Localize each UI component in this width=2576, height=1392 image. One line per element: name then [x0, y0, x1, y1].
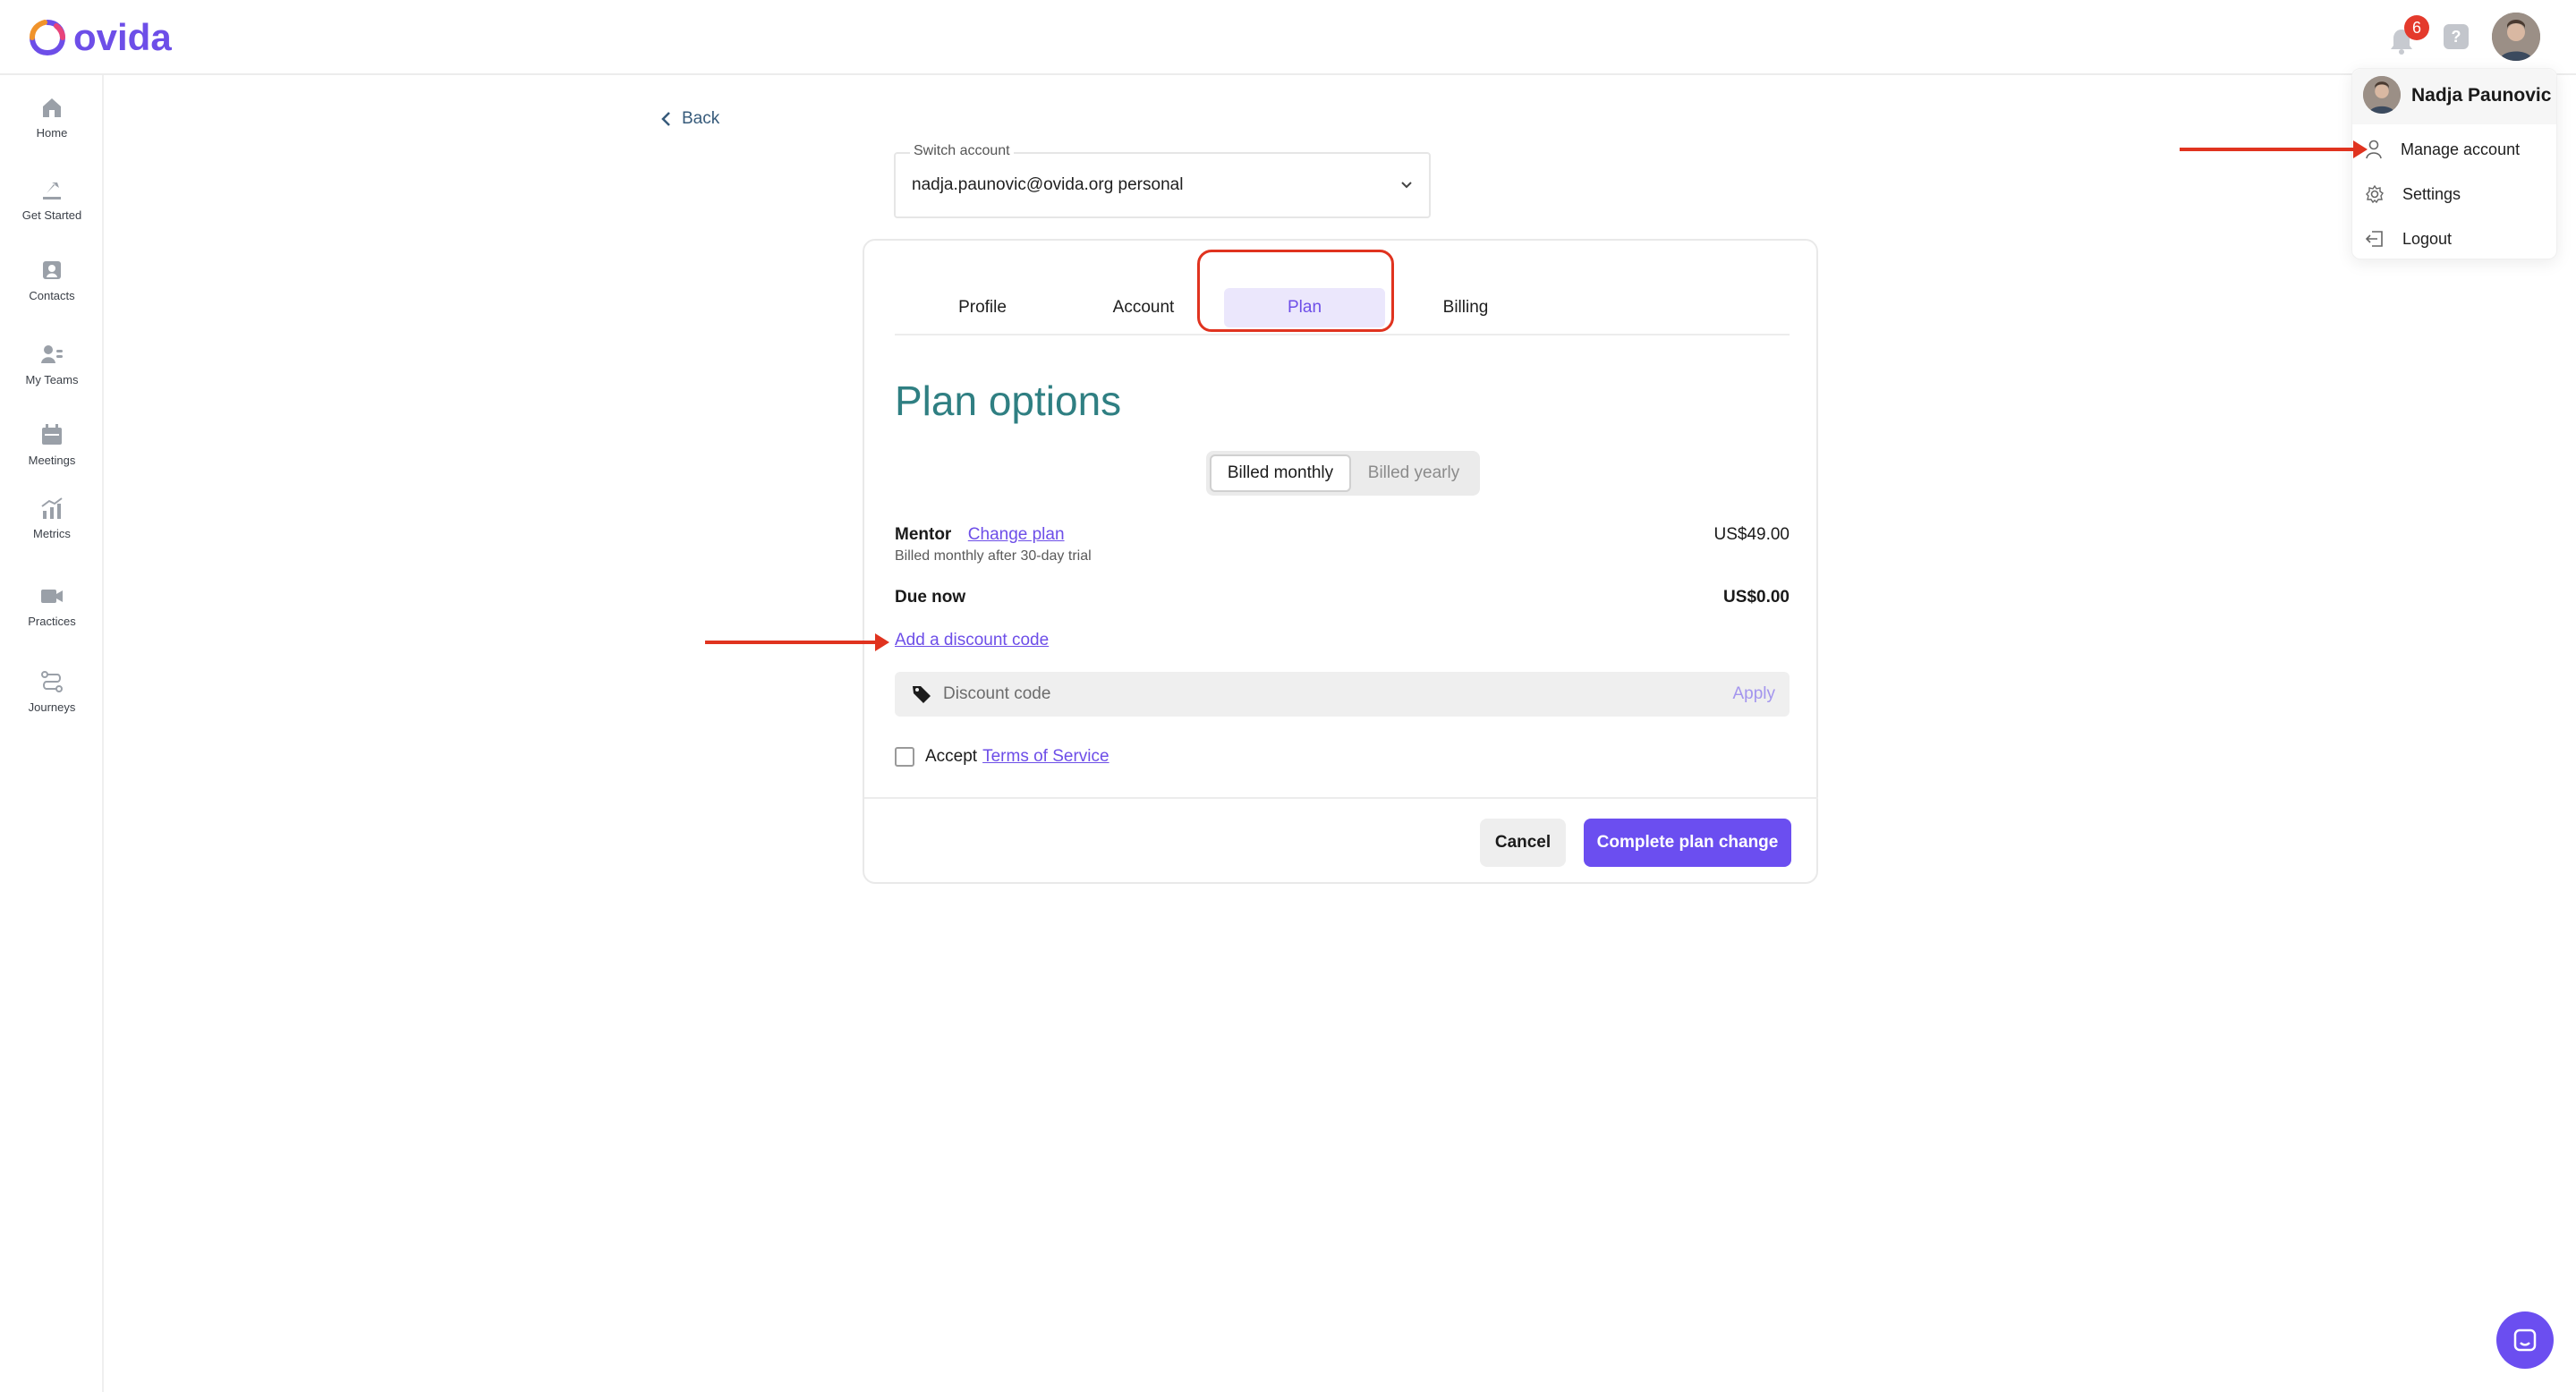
due-now-price: US$0.00 — [1723, 588, 1790, 607]
calendar-icon — [42, 424, 62, 445]
user-name: Nadja Paunovic — [2411, 85, 2552, 106]
terms-of-service-link[interactable]: Terms of Service — [982, 747, 1109, 767]
sidebar-item-label: Contacts — [29, 289, 75, 302]
sidebar-item-label: Home — [36, 126, 68, 140]
sidebar: Home Get Started Contacts My Teams Meeti… — [0, 75, 104, 1392]
billing-period-toggle: Billed monthly Billed yearly — [1206, 451, 1480, 496]
menu-item-label: Settings — [2402, 184, 2461, 203]
complete-plan-change-button[interactable]: Complete plan change — [1584, 819, 1791, 867]
gear-icon — [2366, 184, 2384, 204]
sidebar-item-meetings[interactable]: Meetings — [0, 422, 104, 469]
notification-badge: 6 — [2404, 15, 2429, 40]
plan-line-item: Mentor Change plan Billed monthly after … — [895, 525, 1790, 564]
sidebar-item-home[interactable]: Home — [0, 95, 104, 141]
accept-label: Accept — [925, 747, 978, 766]
sidebar-item-journeys[interactable]: Journeys — [0, 669, 104, 716]
switch-account-select[interactable]: Switch account nadja.paunovic@ovida.org … — [894, 143, 1431, 218]
add-discount-code-link[interactable]: Add a discount code — [895, 631, 1049, 649]
due-now-row: Due now US$0.00 — [895, 588, 1790, 607]
plan-price: US$49.00 — [1713, 525, 1790, 544]
menu-item-settings[interactable]: Settings — [2365, 176, 2553, 212]
user-icon — [2366, 140, 2382, 159]
user-avatar[interactable] — [2492, 13, 2540, 61]
sidebar-item-practices[interactable]: Practices — [0, 583, 104, 630]
logo-text: ovida — [73, 16, 172, 58]
team-icon — [41, 345, 63, 363]
divider — [864, 797, 1818, 799]
menu-item-logout[interactable]: Logout — [2365, 221, 2553, 257]
plan-billing-note: Billed monthly after 30-day trial — [895, 548, 1092, 564]
sidebar-item-label: Metrics — [33, 527, 71, 540]
sidebar-item-my-teams[interactable]: My Teams — [0, 342, 104, 388]
manage-account-arrow-annotation — [2180, 140, 2368, 158]
home-icon — [43, 98, 61, 117]
switch-account-value: nadja.paunovic@ovida.org personal — [912, 175, 1184, 194]
discount-link-row: Add a discount code — [895, 631, 1790, 650]
accept-terms-checkbox[interactable] — [895, 747, 914, 767]
user-menu-header: Nadja Paunovic — [2352, 69, 2556, 124]
back-label: Back — [682, 109, 720, 128]
discount-code-placeholder: Discount code — [943, 684, 1051, 703]
top-bar: ovida 6 ? — [0, 0, 2576, 75]
avatar-photo-icon — [2363, 76, 2401, 114]
route-icon — [41, 671, 63, 692]
menu-avatar — [2363, 76, 2401, 114]
chevron-left-icon — [661, 112, 670, 126]
chevron-down-icon — [1401, 182, 1412, 189]
menu-item-label: Logout — [2402, 229, 2453, 248]
plan-card: Profile Account Plan Billing Plan option… — [863, 239, 1818, 884]
sidebar-item-get-started[interactable]: Get Started — [0, 177, 104, 224]
sidebar-item-label: My Teams — [25, 373, 79, 386]
back-link[interactable]: Back — [660, 109, 719, 129]
tag-icon — [913, 686, 931, 703]
billed-yearly-option[interactable]: Billed yearly — [1351, 454, 1476, 492]
sidebar-item-label: Get Started — [21, 208, 82, 222]
sidebar-item-label: Meetings — [28, 454, 76, 467]
contact-icon — [43, 261, 61, 279]
discount-code-arrow-annotation — [705, 633, 889, 651]
sidebar-item-metrics[interactable]: Metrics — [0, 496, 104, 542]
flag-icon — [43, 182, 61, 199]
apply-button[interactable]: Apply — [1732, 684, 1775, 704]
billed-monthly-option[interactable]: Billed monthly — [1210, 454, 1351, 492]
menu-item-manage-account[interactable]: Manage account — [2365, 132, 2553, 167]
due-now-label: Due now — [895, 588, 966, 607]
cancel-button[interactable]: Cancel — [1480, 819, 1566, 867]
chart-icon — [41, 497, 63, 519]
tab-billing[interactable]: Billing — [1385, 288, 1546, 327]
help-button[interactable]: ? — [2444, 24, 2469, 49]
switch-account-label: Switch account — [910, 143, 1014, 159]
tab-profile[interactable]: Profile — [902, 288, 1063, 327]
logo-mark-icon — [30, 20, 66, 56]
notifications-button[interactable]: 6 — [2388, 15, 2429, 55]
sidebar-item-contacts[interactable]: Contacts — [0, 258, 104, 304]
video-icon — [41, 590, 63, 603]
ovida-logo[interactable]: ovida — [27, 16, 172, 59]
sidebar-item-label: Practices — [28, 615, 76, 628]
chat-launcher-button[interactable] — [2496, 1311, 2554, 1369]
plan-name: Mentor — [895, 525, 952, 544]
avatar-photo-icon — [2492, 13, 2540, 61]
plan-tab-highlight-annotation — [1197, 250, 1394, 332]
change-plan-link[interactable]: Change plan — [968, 525, 1065, 544]
logout-icon — [2365, 231, 2383, 247]
user-menu: Nadja Paunovic Manage account Settings L… — [2351, 68, 2557, 259]
menu-item-label: Manage account — [2401, 140, 2521, 158]
discount-code-field[interactable]: Discount code Apply — [895, 672, 1790, 717]
page-title: Plan options — [895, 378, 1122, 424]
accept-terms-row: Accept Terms of Service — [895, 747, 1109, 767]
chat-icon — [2513, 1328, 2537, 1352]
sidebar-item-label: Journeys — [28, 700, 76, 714]
